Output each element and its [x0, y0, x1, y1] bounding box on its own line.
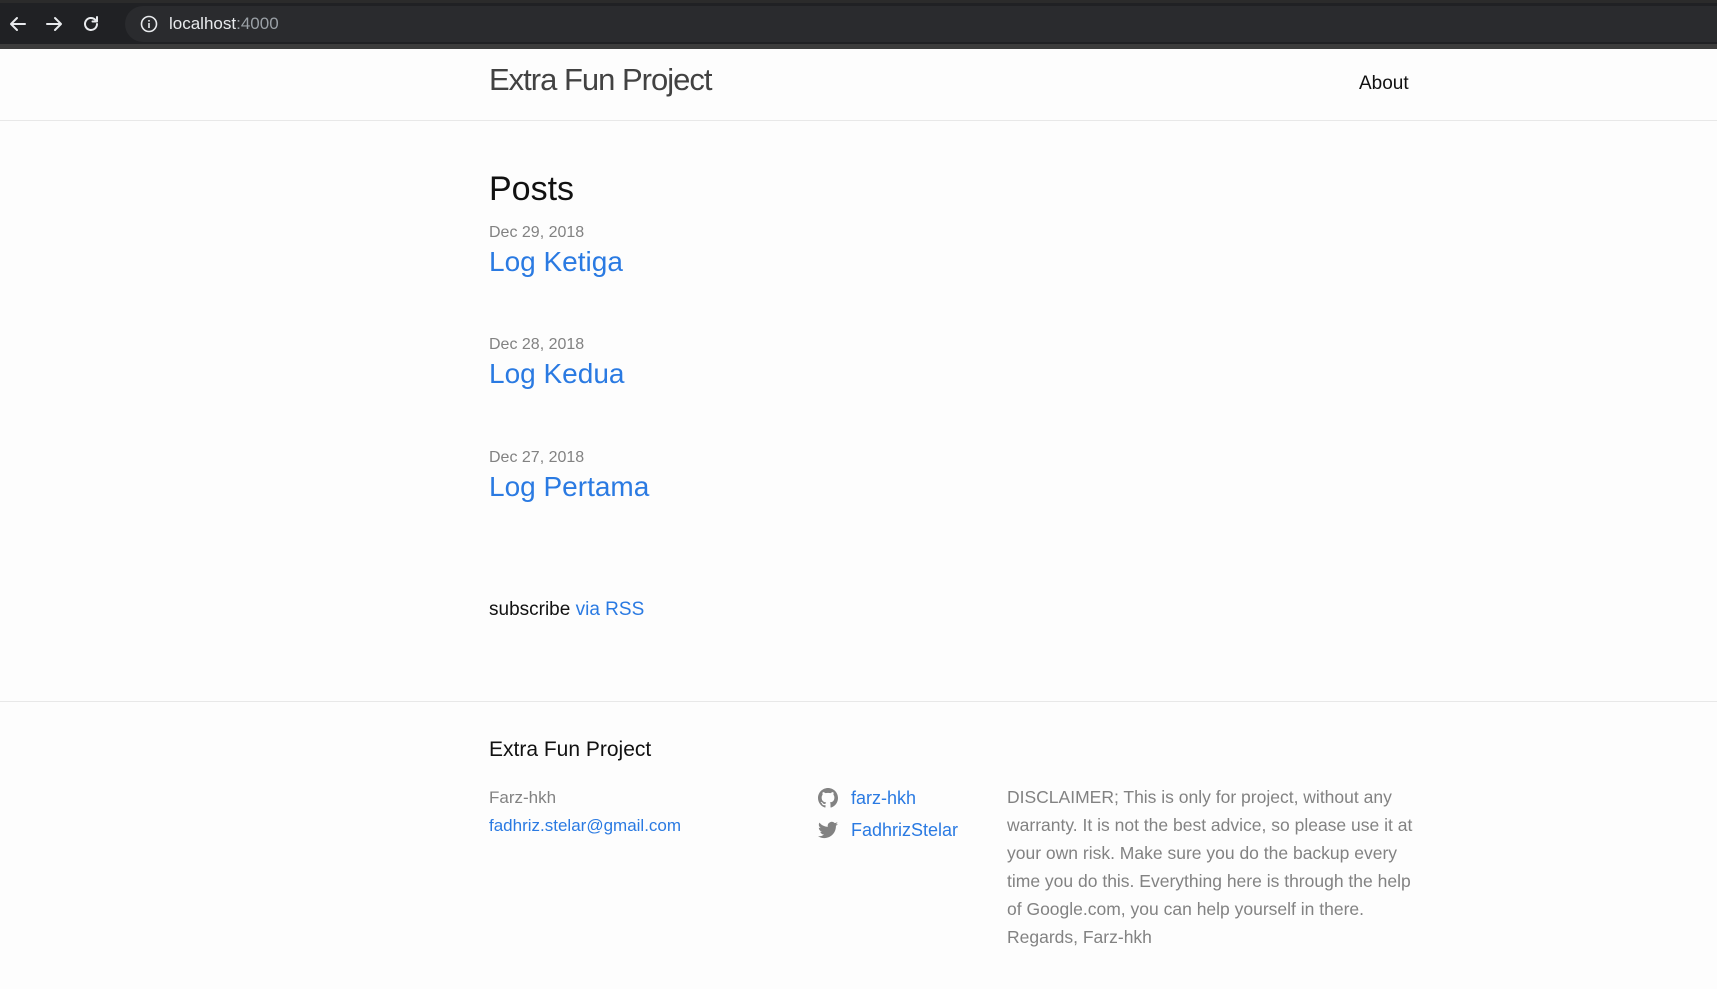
github-social-item: farz-hkh [818, 782, 958, 814]
tab-strip-edge [0, 0, 1717, 3]
twitter-social-item: FadhrizStelar [818, 814, 958, 846]
page-heading: Posts [489, 170, 575, 208]
back-button[interactable] [5, 11, 31, 37]
forward-arrow-icon [46, 17, 62, 31]
footer-social-links: farz-hkh FadhrizStelar [818, 782, 958, 846]
post-list-item: Dec 29, 2018 Log Ketiga [489, 224, 623, 278]
github-link[interactable]: farz-hkh [851, 788, 916, 809]
post-title-link[interactable]: Log Ketiga [489, 246, 623, 278]
rss-link[interactable]: via RSS [576, 599, 645, 620]
site-title-link[interactable]: Extra Fun Project [489, 62, 712, 98]
back-arrow-icon [10, 17, 26, 31]
nav-about-link[interactable]: About [1359, 73, 1409, 95]
info-icon[interactable] [140, 15, 158, 33]
site-footer: Extra Fun Project Farz-hkh fadhriz.stela… [0, 701, 1717, 982]
main-content: Posts Dec 29, 2018 Log Ketiga Dec 28, 20… [0, 121, 1717, 701]
url-port: :4000 [236, 14, 279, 33]
github-icon [818, 788, 838, 808]
post-date: Dec 28, 2018 [489, 336, 585, 353]
forward-button[interactable] [41, 11, 67, 37]
twitter-link[interactable]: FadhrizStelar [851, 820, 958, 841]
post-date: Dec 29, 2018 [489, 224, 585, 241]
subscribe-label: subscribe [489, 599, 571, 620]
post-list-item: Dec 28, 2018 Log Kedua [489, 336, 624, 390]
post-title-link[interactable]: Log Pertama [489, 471, 649, 503]
footer-heading: Extra Fun Project [489, 738, 652, 761]
reload-icon [84, 16, 98, 31]
post-date: Dec 27, 2018 [489, 449, 585, 466]
twitter-icon [818, 821, 838, 839]
url-text[interactable]: localhost:4000 [169, 14, 279, 34]
site-header: Extra Fun Project About [0, 49, 1717, 121]
post-title-link[interactable]: Log Kedua [489, 358, 624, 390]
reload-button[interactable] [78, 11, 104, 37]
footer-disclaimer: DISCLAIMER; This is only for project, wi… [1007, 787, 1413, 947]
address-bar[interactable]: localhost:4000 [125, 6, 1717, 42]
footer-email-link[interactable]: fadhriz.stelar@gmail.com [489, 816, 681, 835]
browser-toolbar: localhost:4000 [0, 0, 1717, 49]
footer-author-name: Farz-hkh [489, 788, 557, 807]
footer-contact: Farz-hkh fadhriz.stelar@gmail.com [489, 784, 681, 840]
post-list-item: Dec 27, 2018 Log Pertama [489, 449, 649, 503]
url-host: localhost [169, 14, 237, 33]
rss-subscribe: subscribe via RSS [489, 599, 644, 621]
